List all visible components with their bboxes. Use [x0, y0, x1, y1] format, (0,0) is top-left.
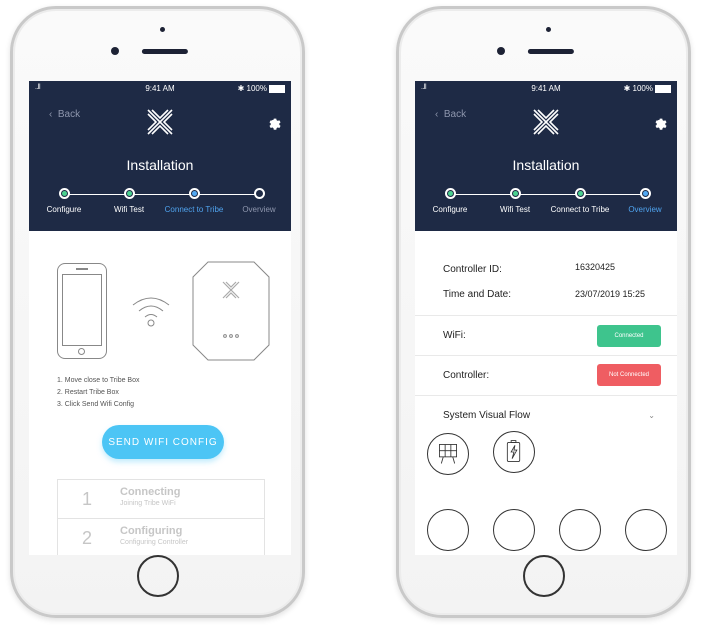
- divider: [415, 395, 677, 396]
- home-button[interactable]: [136, 555, 179, 597]
- back-button[interactable]: ‹ Back: [435, 109, 466, 120]
- screen-left: ..ll 9:41 AM ✱ 100% ‹ Back Installation: [29, 81, 291, 555]
- time-date-value: 23/07/2019 15:25: [575, 289, 646, 299]
- back-button[interactable]: ‹ Back: [49, 109, 80, 120]
- divider: [415, 355, 677, 356]
- battery-icon: [269, 84, 285, 93]
- phone-illustration-screen: [62, 274, 102, 346]
- battery-percent: 100%: [632, 84, 653, 93]
- controller-id-value: 16320425: [575, 262, 616, 272]
- progress-number: 2: [82, 528, 93, 548]
- time-date-label: Time and Date:: [443, 289, 511, 300]
- progress-title: Configuring: [120, 525, 183, 537]
- system-visual-flow-label[interactable]: System Visual Flow: [443, 410, 530, 421]
- controller-id-label: Controller ID:: [443, 264, 502, 275]
- back-label: Back: [57, 109, 81, 120]
- step-label-wifi-test: Wifi Test: [499, 205, 531, 214]
- phone-frame-right: ..ll 9:41 AM ✱ 100% ‹ Back Installation: [396, 6, 691, 618]
- controller-status-badge: Not Connected: [597, 364, 661, 386]
- settings-gear-icon[interactable]: [267, 116, 281, 130]
- step-dot-connect: [575, 188, 586, 199]
- camera-dot: [497, 47, 505, 55]
- step-dot-connect: [189, 188, 200, 199]
- step-dot-configure: [59, 188, 70, 199]
- tribe-box-illustration: [192, 261, 270, 361]
- status-bar: ..ll 9:41 AM ✱ 100%: [29, 81, 291, 95]
- instruction-1: 1. Move close to Tribe Box: [57, 377, 140, 384]
- status-bar: ..ll 9:41 AM ✱ 100%: [415, 81, 677, 95]
- header: ..ll 9:41 AM ✱ 100% ‹ Back Installation: [29, 81, 291, 231]
- screen-right: ..ll 9:41 AM ✱ 100% ‹ Back Installation: [415, 81, 677, 555]
- instruction-3: 3. Click Send Wifi Config: [57, 401, 135, 408]
- progress-number: 1: [82, 489, 93, 509]
- header: ..ll 9:41 AM ✱ 100% ‹ Back Installation: [415, 81, 677, 231]
- camera-dot: [111, 47, 119, 55]
- step-indicator: Configure Wifi Test Connect to Tribe Ove…: [29, 185, 291, 225]
- flow-node-empty[interactable]: [625, 509, 667, 551]
- step-line: [65, 194, 261, 195]
- sensor-dot: [546, 27, 551, 32]
- phone-illustration: [57, 263, 107, 359]
- tribe-logo-icon: [147, 109, 173, 135]
- step-dot-wifi-test: [124, 188, 135, 199]
- home-button[interactable]: [522, 555, 565, 597]
- step-indicator: Configure Wifi Test Connect to Tribe Ove…: [415, 185, 677, 225]
- progress-step-connecting: 1 Connecting Joining Tribe WiFi: [57, 479, 265, 519]
- battery-indicator: ✱ 100%: [238, 84, 285, 93]
- divider: [415, 315, 677, 316]
- phone-illustration-button: [78, 348, 85, 355]
- sensor-dot: [160, 27, 165, 32]
- step-line: [451, 194, 647, 195]
- battery-flow-node[interactable]: [493, 431, 535, 473]
- wifi-status-badge: Connected: [597, 325, 661, 347]
- wifi-label: WiFi:: [443, 330, 466, 341]
- phone-illustration-speaker: [76, 268, 88, 270]
- instruction-2: 2. Restart Tribe Box: [57, 389, 119, 396]
- battery-icon: [655, 84, 671, 93]
- step-dot-configure: [445, 188, 456, 199]
- flow-node-empty[interactable]: [493, 509, 535, 551]
- speaker-grille: [141, 49, 188, 54]
- controller-label: Controller:: [443, 370, 490, 381]
- solar-panel-flow-node[interactable]: [427, 433, 469, 475]
- battery-percent: 100%: [246, 84, 267, 93]
- solar-panel-icon: [439, 444, 457, 464]
- speaker-grille: [527, 49, 574, 54]
- step-label-configure: Configure: [432, 205, 468, 214]
- step-label-overview: Overview: [628, 205, 662, 214]
- send-wifi-config-button[interactable]: SEND WIFI CONFIG: [102, 425, 224, 459]
- progress-subtitle: Configuring Controller: [120, 539, 189, 546]
- flow-node-empty[interactable]: [427, 509, 469, 551]
- battery-charge-icon: [506, 440, 521, 462]
- page-title: Installation: [126, 157, 194, 173]
- step-label-connect: Connect to Tribe: [164, 205, 224, 214]
- chevron-down-icon[interactable]: ⌄: [648, 411, 655, 420]
- phone-frame-left: ..ll 9:41 AM ✱ 100% ‹ Back Installation: [10, 6, 305, 618]
- progress-step-configuring: 2 Configuring Configuring Controller: [57, 518, 265, 555]
- step-label-wifi-test: Wifi Test: [113, 205, 145, 214]
- page-title: Installation: [512, 157, 580, 173]
- back-label: Back: [443, 109, 467, 120]
- step-dot-overview: [640, 188, 651, 199]
- tribe-logo-icon: [533, 109, 559, 135]
- battery-indicator: ✱ 100%: [624, 84, 671, 93]
- settings-gear-icon[interactable]: [653, 116, 667, 130]
- step-label-overview: Overview: [242, 205, 276, 214]
- flow-node-empty[interactable]: [559, 509, 601, 551]
- wifi-icon: [132, 297, 170, 327]
- step-label-connect: Connect to Tribe: [550, 205, 610, 214]
- progress-subtitle: Joining Tribe WiFi: [120, 500, 176, 507]
- step-label-configure: Configure: [46, 205, 82, 214]
- step-dot-wifi-test: [510, 188, 521, 199]
- step-dot-overview: [254, 188, 265, 199]
- progress-title: Connecting: [120, 486, 181, 498]
